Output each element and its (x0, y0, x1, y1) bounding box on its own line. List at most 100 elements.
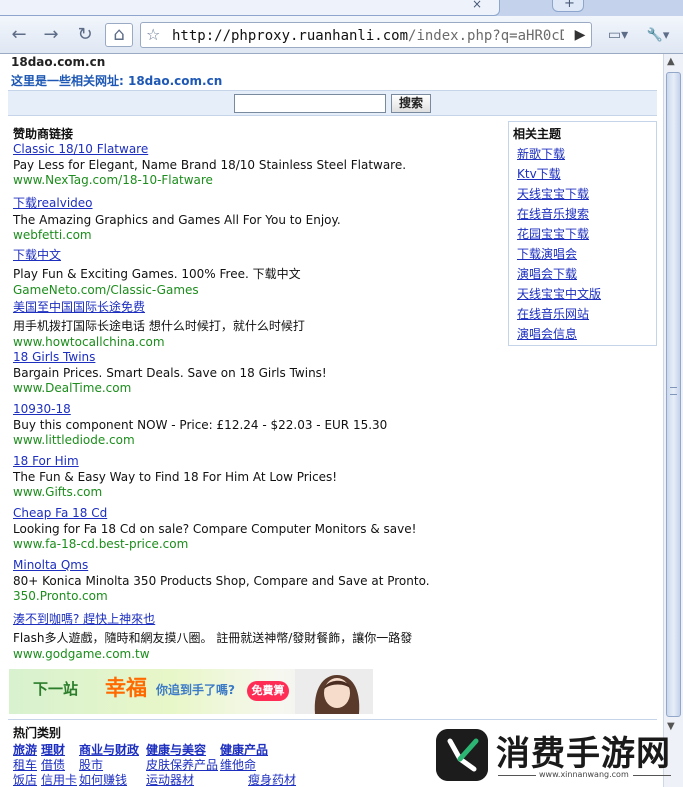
ad-title-link[interactable]: Minolta Qms (13, 558, 493, 572)
close-icon[interactable]: × (472, 0, 482, 11)
search-input[interactable] (234, 94, 386, 113)
hot-link[interactable]: 运动器材 (146, 771, 194, 787)
ad-url[interactable]: 350.Pronto.com (13, 589, 493, 603)
ad-item: Cheap Fa 18 Cd Looking for Fa 18 Cd on s… (13, 506, 493, 551)
url-path: /index.php?q=aHR0cDovL2 (408, 28, 564, 44)
topic-link[interactable]: Ktv下载 (517, 165, 561, 182)
wrench-menu-button[interactable]: 🔧▾ (640, 23, 676, 47)
topic-link[interactable]: 新歌下载 (517, 145, 565, 162)
watermark-title: 消费手游网 (496, 734, 671, 774)
topic-link[interactable]: 天线宝宝下载 (517, 185, 589, 202)
forward-button[interactable]: → (38, 23, 64, 47)
browser-toolbar: ← → ↻ ⌂ ☆ http://phproxy.ruanhanli.com/i… (0, 16, 683, 54)
ad-item: 下载中文 Play Fun & Exciting Games. 100% Fre… (13, 246, 493, 297)
search-bar: 搜索 (8, 90, 657, 116)
watermark-url: www.xinnanwang.com (539, 770, 629, 779)
address-bar[interactable]: ☆ http://phproxy.ruanhanli.com/index.php… (140, 22, 592, 48)
watermark-logo-icon (436, 729, 488, 781)
page-icon: ▭▾ (607, 27, 629, 43)
ad-description: The Fun & Easy Way to Find 18 For Him At… (13, 470, 338, 484)
ad-url[interactable]: www.fa-18-cd.best-price.com (13, 537, 493, 551)
ad-description: 80+ Konica Minolta 350 Products Shop, Co… (13, 574, 430, 588)
page-menu-button[interactable]: ▭▾ (601, 23, 635, 47)
reload-icon: ↻ (77, 24, 93, 45)
back-arrow-icon: ← (11, 24, 27, 45)
scrollbar-thumb[interactable] (666, 72, 681, 717)
ad-url[interactable]: www.Gifts.com (13, 485, 493, 499)
related-topics-box: 相关主题 新歌下载 Ktv下载 天线宝宝下载 在线音乐搜索 花园宝宝下载 下载演… (508, 121, 657, 346)
go-icon[interactable]: ▶ (571, 25, 589, 45)
ad-title-link[interactable]: 18 Girls Twins (13, 350, 493, 364)
ad-description: Pay Less for Elegant, Name Brand 18/10 S… (13, 158, 407, 172)
banner-girl-illustration (295, 669, 373, 714)
ad-item: 下载realvideo The Amazing Graphics and Gam… (13, 194, 493, 242)
ad-title-link[interactable]: 18 For Him (13, 454, 493, 468)
ad-description: Flash多人遊戲，隨時和網友摸八圈。 註冊就送神幣/發財餐飾，讓你一路發 (13, 631, 413, 645)
ad-title-link[interactable]: 10930-18 (13, 402, 493, 416)
ad-url[interactable]: www.littlediode.com (13, 433, 493, 447)
ad-url[interactable]: www.NexTag.com/18-10-Flatware (13, 173, 493, 187)
home-button[interactable]: ⌂ (105, 23, 133, 47)
ad-title-link[interactable]: Classic 18/10 Flatware (13, 142, 493, 156)
ad-item: 湊不到咖嗎? 趕快上神來也 Flash多人遊戲，隨時和網友摸八圈。 註冊就送神幣… (13, 610, 493, 661)
ad-url[interactable]: www.howtocallchina.com (13, 335, 493, 349)
ad-title-link[interactable]: 下载realvideo (13, 194, 493, 211)
ad-title-link[interactable]: Cheap Fa 18 Cd (13, 506, 493, 520)
hot-link[interactable]: 如何赚钱 (79, 771, 127, 787)
ad-description: Bargain Prices. Smart Deals. Save on 18 … (13, 366, 327, 380)
forward-arrow-icon: → (43, 24, 59, 45)
hot-categories-heading: 热门类别 (13, 726, 62, 740)
ad-description: Play Fun & Exciting Games. 100% Free. 下载… (13, 267, 301, 281)
topic-link[interactable]: 下载演唱会 (517, 245, 577, 262)
hot-link[interactable]: 瘦身药材 (248, 771, 296, 787)
topic-link[interactable]: 天线宝宝中文版 (517, 285, 601, 302)
banner-text-next-stop: 下一站 (33, 680, 79, 698)
ad-url[interactable]: webfetti.com (13, 228, 493, 242)
ad-item: 10930-18 Buy this component NOW - Price:… (13, 402, 493, 447)
wrench-icon: 🔧▾ (646, 27, 670, 43)
url-text[interactable]: http://phproxy.ruanhanli.com/index.php?q… (172, 28, 564, 44)
page-viewport: 18dao.com.cn 这里是一些相关网址: 18dao.com.cn 搜索 … (0, 54, 683, 787)
ad-item: Minolta Qms 80+ Konica Minolta 350 Produ… (13, 558, 493, 603)
related-sites-line: 这里是一些相关网址: 18dao.com.cn (11, 74, 223, 88)
home-icon: ⌂ (113, 24, 125, 45)
active-tab[interactable]: × (0, 0, 500, 16)
ad-description: Looking for Fa 18 Cd on sale? Compare Co… (13, 522, 417, 536)
ad-description: Buy this component NOW - Price: £12.24 -… (13, 418, 388, 432)
topic-link[interactable]: 演唱会下载 (517, 265, 577, 282)
topic-link[interactable]: 花园宝宝下载 (517, 225, 589, 242)
topic-link[interactable]: 在线音乐搜索 (517, 205, 589, 222)
vertical-scrollbar[interactable]: ▲ ▼ (663, 54, 683, 787)
search-button[interactable]: 搜索 (391, 94, 431, 113)
ad-title-link[interactable]: 湊不到咖嗎? 趕快上神來也 (13, 610, 493, 627)
tab-strip: × + (0, 0, 683, 16)
url-host: http://phproxy.ruanhanli.com (172, 28, 409, 44)
site-name: 18dao.com.cn (11, 55, 106, 69)
browser-window: × + ← → ↻ ⌂ ☆ http://phproxy.ruanhanli.c… (0, 0, 683, 787)
scrollbar-grip-icon (670, 387, 677, 395)
topic-link[interactable]: 演唱会信息 (517, 325, 577, 342)
watermark-rule (498, 775, 536, 776)
back-button[interactable]: ← (6, 23, 32, 47)
hot-link[interactable]: 饭店 (13, 771, 37, 787)
ad-url[interactable]: www.godgame.com.tw (13, 647, 493, 661)
ad-item: 18 For Him The Fun & Easy Way to Find 18… (13, 454, 493, 499)
ad-item: Classic 18/10 Flatware Pay Less for Eleg… (13, 142, 493, 187)
hot-link[interactable]: 信用卡 (41, 771, 77, 787)
bookmark-star-icon[interactable]: ☆ (146, 25, 160, 44)
ad-title-link[interactable]: 美国至中国国际长途免费 (13, 298, 493, 315)
reload-button[interactable]: ↻ (72, 23, 98, 47)
ad-banner[interactable]: 下一站 幸福 你追到手了嗎? 免費算 (9, 669, 373, 714)
ad-item: 美国至中国国际长途免费 用手机拨打国际长途电话 想什么时候打，就什么时候打 ww… (13, 298, 493, 349)
banner-text-question: 你追到手了嗎? (156, 683, 235, 697)
sponsored-links-heading: 赞助商链接 (13, 127, 74, 141)
new-tab-button[interactable]: + (552, 0, 584, 12)
ad-title-link[interactable]: 下载中文 (13, 246, 493, 263)
topic-link[interactable]: 在线音乐网站 (517, 305, 589, 322)
web-page: 18dao.com.cn 这里是一些相关网址: 18dao.com.cn 搜索 … (0, 54, 663, 787)
related-topics-heading: 相关主题 (513, 127, 562, 141)
banner-cta-button[interactable]: 免費算 (247, 681, 289, 701)
scroll-up-arrow-icon[interactable]: ▲ (667, 56, 675, 67)
ad-url[interactable]: GameNeto.com/Classic-Games (13, 283, 493, 297)
ad-url[interactable]: www.DealTime.com (13, 381, 493, 395)
